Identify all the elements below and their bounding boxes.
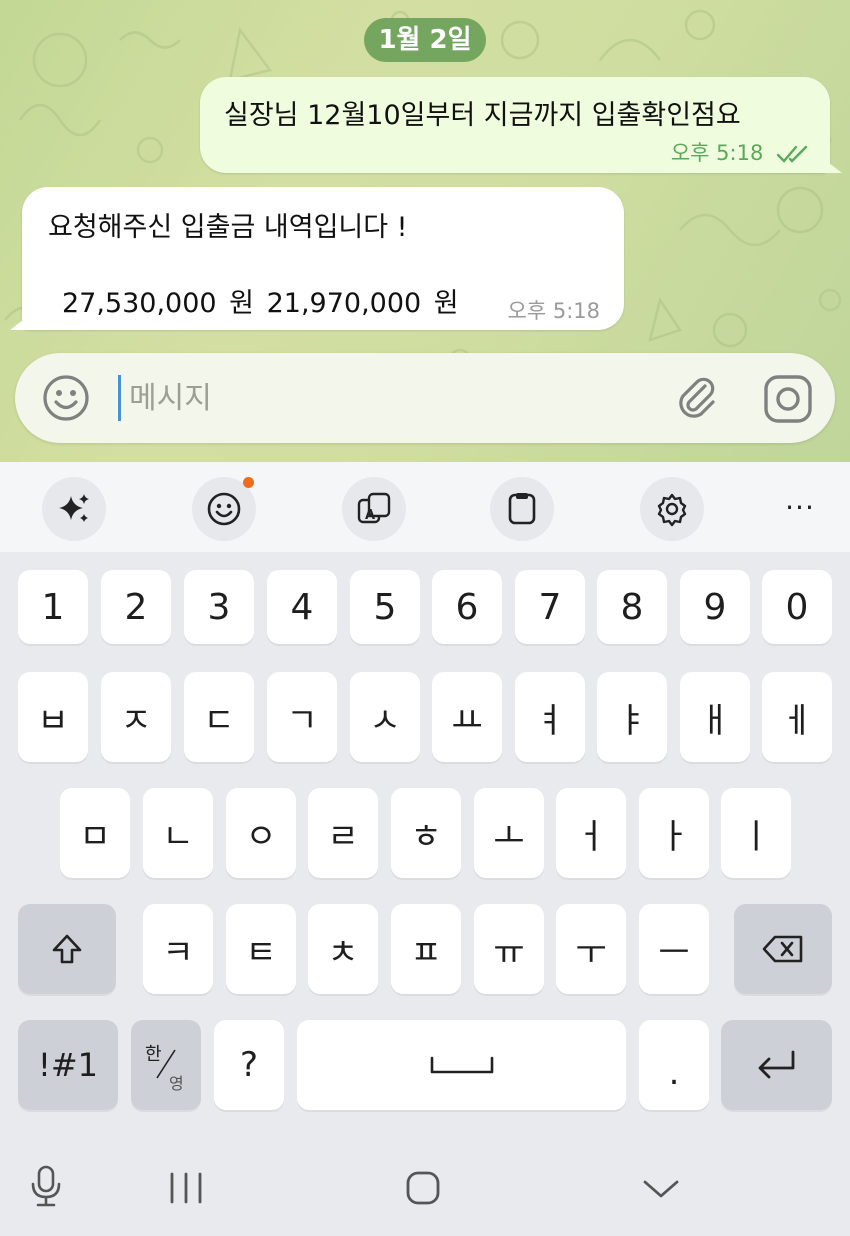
key-2[interactable]: 2 — [101, 570, 171, 644]
key-e[interactable]: ㅔ — [762, 672, 832, 762]
settings-icon[interactable] — [640, 477, 704, 541]
key-eo[interactable]: ㅓ — [556, 788, 626, 878]
space-bar[interactable] — [297, 1020, 626, 1110]
backspace-icon — [762, 935, 803, 963]
key-7[interactable]: 7 — [515, 570, 585, 644]
key-tieut[interactable]: ㅌ — [226, 904, 296, 994]
symbols-key[interactable]: !#1 — [18, 1020, 118, 1110]
system-navigation-bar — [0, 1122, 850, 1236]
microphone-icon[interactable] — [28, 1164, 64, 1212]
key-3[interactable]: 3 — [184, 570, 254, 644]
key-bieup[interactable]: ㅂ — [18, 672, 88, 762]
key-4[interactable]: 4 — [267, 570, 337, 644]
message-time: 오후 5:18 — [507, 299, 600, 323]
key-yu[interactable]: ㅠ — [474, 904, 544, 994]
key-nieun[interactable]: ㄴ — [143, 788, 213, 878]
hide-keyboard-icon[interactable] — [642, 1178, 680, 1204]
key-chieut[interactable]: ㅊ — [308, 904, 378, 994]
more-icon[interactable]: ··· — [780, 490, 820, 526]
key-digeut[interactable]: ㄷ — [184, 672, 254, 762]
emoji-icon[interactable] — [42, 374, 90, 426]
space-icon — [430, 1056, 493, 1074]
key-5[interactable]: 5 — [350, 570, 420, 644]
keyboard: 1 2 3 4 5 6 7 8 9 0 ㅂ ㅈ ㄷ ㄱ ㅅ ㅛ ㅕ ㅑ ㅐ ㅔ … — [0, 552, 850, 1122]
camera-icon[interactable] — [763, 374, 813, 428]
enter-key[interactable] — [721, 1020, 832, 1110]
message-meta: 오후 5:18 — [671, 137, 812, 167]
key-kieuk[interactable]: ㅋ — [143, 904, 213, 994]
key-0[interactable]: 0 — [762, 570, 832, 644]
outgoing-message-bubble[interactable]: 실장님 12월10일부터 지금까지 입출확인점요 오후 5:18 — [200, 77, 842, 173]
backspace-key[interactable] — [734, 904, 832, 994]
key-yo[interactable]: ㅛ — [432, 672, 502, 762]
key-rieul[interactable]: ㄹ — [308, 788, 378, 878]
translate-icon[interactable]: A — [342, 477, 406, 541]
double-check-icon — [776, 145, 808, 163]
text-cursor — [118, 375, 121, 421]
key-6[interactable]: 6 — [432, 570, 502, 644]
shift-key[interactable] — [18, 904, 116, 994]
home-icon[interactable] — [405, 1170, 441, 1210]
key-ya[interactable]: ㅑ — [597, 672, 667, 762]
paperclip-icon[interactable] — [675, 374, 723, 426]
message-text-line-2: 27,530,000 원 21,970,000 원 — [62, 288, 459, 319]
key-ae[interactable]: ㅐ — [680, 672, 750, 762]
period-label: . — [668, 1053, 680, 1093]
recent-apps-icon[interactable] — [168, 1172, 204, 1208]
period-key[interactable]: . — [639, 1020, 709, 1110]
key-hieut[interactable]: ㅎ — [391, 788, 461, 878]
enter-icon — [758, 1050, 794, 1079]
clipboard-icon[interactable] — [490, 477, 554, 541]
key-ieung[interactable]: ㅇ — [226, 788, 296, 878]
slash-icon — [156, 1049, 176, 1079]
message-time: 오후 5:18 — [670, 141, 764, 165]
key-1[interactable]: 1 — [18, 570, 88, 644]
key-yeo[interactable]: ㅕ — [515, 672, 585, 762]
message-composer — [15, 353, 835, 443]
message-text: 실장님 12월10일부터 지금까지 입출확인점요 — [224, 100, 741, 131]
key-giyeok[interactable]: ㄱ — [267, 672, 337, 762]
language-toggle-key[interactable]: 한 영 — [131, 1020, 201, 1110]
key-eu[interactable]: ㅡ — [639, 904, 709, 994]
chat-area: 1월 2일 실장님 12월10일부터 지금까지 입출확인점요 오후 5:18 요… — [0, 0, 850, 462]
key-siot[interactable]: ㅅ — [350, 672, 420, 762]
key-o[interactable]: ㅗ — [474, 788, 544, 878]
keyboard-toolbar: A ··· — [0, 462, 850, 552]
question-key[interactable]: ? — [214, 1020, 284, 1110]
key-u[interactable]: ㅜ — [556, 904, 626, 994]
key-a[interactable]: ㅏ — [639, 788, 709, 878]
lang-label-bottom: 영 — [169, 1074, 184, 1093]
key-mieum[interactable]: ㅁ — [60, 788, 130, 878]
key-8[interactable]: 8 — [597, 570, 667, 644]
sparkles-icon[interactable] — [42, 477, 106, 541]
date-label: 1월 2일 — [378, 25, 472, 55]
message-input[interactable] — [127, 373, 611, 423]
incoming-message-bubble[interactable]: 요청해주신 입출금 내역입니다 ! 27,530,000 원 21,970,00… — [10, 187, 624, 330]
shift-icon — [52, 934, 82, 964]
message-text-line-1: 요청해주신 입출금 내역입니다 ! — [48, 212, 408, 243]
date-separator: 1월 2일 — [364, 18, 486, 62]
key-jieut[interactable]: ㅈ — [101, 672, 171, 762]
key-i[interactable]: ㅣ — [721, 788, 791, 878]
key-pieup[interactable]: ㅍ — [391, 904, 461, 994]
svg-text:A: A — [365, 508, 375, 523]
key-9[interactable]: 9 — [680, 570, 750, 644]
notification-dot — [243, 477, 254, 488]
